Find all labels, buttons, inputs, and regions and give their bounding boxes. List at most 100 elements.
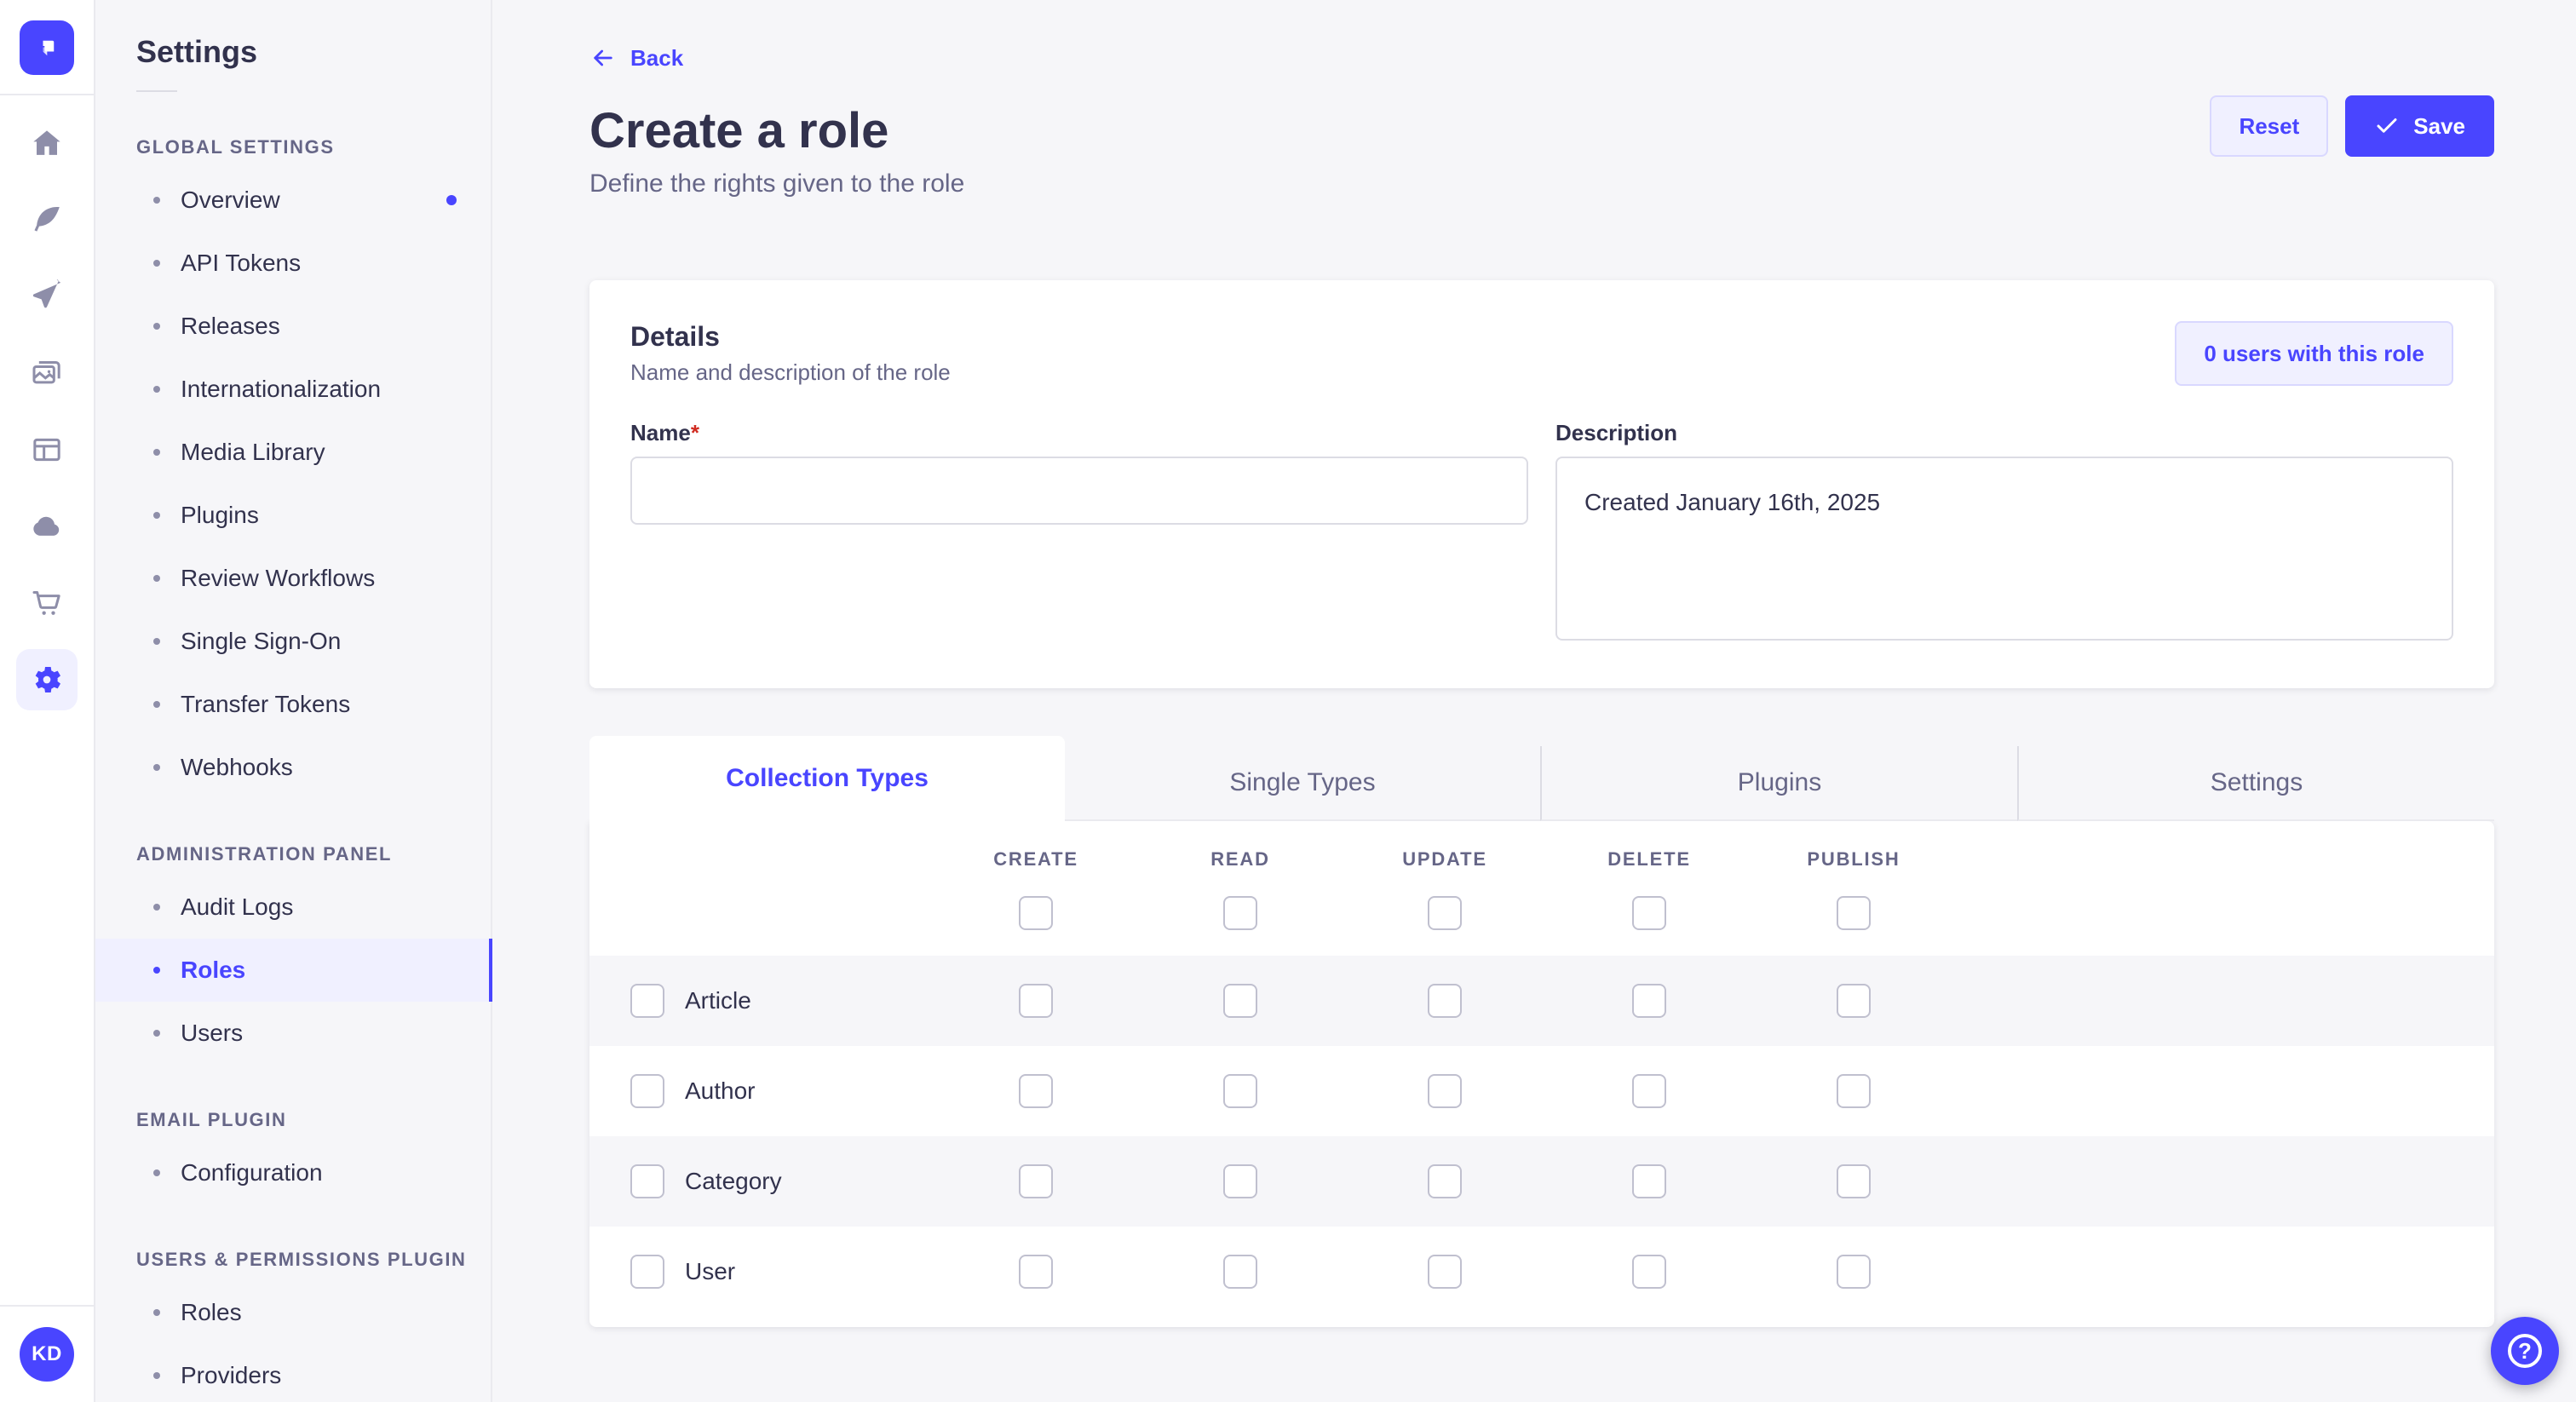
sidebar-item-media-library[interactable]: Media Library bbox=[95, 421, 491, 484]
sidebar-section-administration-panel: ADMINISTRATION PANELAudit LogsRolesUsers bbox=[95, 843, 491, 1065]
permission-cell bbox=[1343, 1255, 1547, 1289]
article-delete-checkbox[interactable] bbox=[1632, 984, 1666, 1018]
permissions-card: Collection TypesSingle TypesPluginsSetti… bbox=[589, 736, 2494, 1327]
user-publish-checkbox[interactable] bbox=[1837, 1255, 1871, 1289]
settings-sidebar: Settings GLOBAL SETTINGS OverviewAPI Toke… bbox=[95, 0, 492, 1402]
details-heading-block: Details Name and description of the role bbox=[630, 321, 951, 386]
description-textarea[interactable]: Created January 16th, 2025 bbox=[1555, 457, 2453, 641]
avatar[interactable]: KD bbox=[20, 1327, 74, 1382]
permission-cell bbox=[1751, 1164, 1956, 1198]
user-read-checkbox[interactable] bbox=[1223, 1255, 1257, 1289]
column-header-create: CREATE bbox=[934, 848, 1138, 871]
article-update-checkbox[interactable] bbox=[1428, 984, 1462, 1018]
reset-button-label: Reset bbox=[2239, 113, 2299, 140]
sidebar-item-audit-logs[interactable]: Audit Logs bbox=[95, 876, 491, 939]
category-delete-checkbox[interactable] bbox=[1632, 1164, 1666, 1198]
select-all-update-checkbox[interactable] bbox=[1428, 896, 1462, 930]
author-update-checkbox[interactable] bbox=[1428, 1074, 1462, 1108]
cart-icon bbox=[30, 586, 64, 620]
rail-paper-plane-button[interactable] bbox=[16, 266, 78, 327]
sidebar-item-api-tokens[interactable]: API Tokens bbox=[95, 232, 491, 295]
sidebar-item-label: Roles bbox=[181, 1299, 242, 1326]
user-update-checkbox[interactable] bbox=[1428, 1255, 1462, 1289]
notification-dot-icon bbox=[446, 195, 457, 205]
sidebar-item-configuration[interactable]: Configuration bbox=[95, 1141, 491, 1204]
help-icon: ? bbox=[2508, 1334, 2542, 1368]
media-icon bbox=[30, 356, 64, 390]
article-create-checkbox[interactable] bbox=[1019, 984, 1053, 1018]
article-publish-checkbox[interactable] bbox=[1837, 984, 1871, 1018]
sidebar-item-releases[interactable]: Releases bbox=[95, 295, 491, 358]
sidebar-item-roles[interactable]: Roles bbox=[95, 939, 491, 1002]
help-button[interactable]: ? bbox=[2491, 1317, 2559, 1385]
rail-layout-button[interactable] bbox=[16, 419, 78, 480]
row-label-cell: Article bbox=[589, 984, 934, 1018]
article-read-checkbox[interactable] bbox=[1223, 984, 1257, 1018]
tab-plugins[interactable]: Plugins bbox=[1540, 746, 2017, 821]
details-title: Details bbox=[630, 321, 951, 353]
app-rail: KD bbox=[0, 0, 95, 1402]
sidebar-section-users-permissions-plugin: USERS & PERMISSIONS PLUGINRolesProviders bbox=[95, 1249, 491, 1402]
sidebar-title: Settings bbox=[136, 34, 491, 70]
sidebar-item-users[interactable]: Users bbox=[95, 1002, 491, 1065]
tab-single-types[interactable]: Single Types bbox=[1065, 746, 1540, 821]
sidebar-item-review-workflows[interactable]: Review Workflows bbox=[95, 547, 491, 610]
save-button[interactable]: Save bbox=[2345, 95, 2494, 157]
sidebar-section-title: EMAIL PLUGIN bbox=[136, 1109, 491, 1131]
users-with-role-button[interactable]: 0 users with this role bbox=[2175, 321, 2453, 386]
category-create-checkbox[interactable] bbox=[1019, 1164, 1053, 1198]
rail-gear-button[interactable] bbox=[16, 649, 78, 710]
rail-cart-button[interactable] bbox=[16, 572, 78, 634]
sidebar-item-single-sign-on[interactable]: Single Sign-On bbox=[95, 610, 491, 673]
bullet-icon bbox=[153, 323, 160, 330]
permission-cell bbox=[934, 1074, 1138, 1108]
select-all-read-checkbox[interactable] bbox=[1223, 896, 1257, 930]
rail-media-button[interactable] bbox=[16, 342, 78, 404]
select-all-publish-checkbox[interactable] bbox=[1837, 896, 1871, 930]
sidebar-item-internationalization[interactable]: Internationalization bbox=[95, 358, 491, 421]
bullet-icon bbox=[153, 1030, 160, 1037]
column-header-publish: PUBLISH bbox=[1751, 848, 1956, 871]
row-label-cell: Category bbox=[589, 1164, 934, 1198]
back-link[interactable]: Back bbox=[589, 44, 683, 72]
rail-feather-button[interactable] bbox=[16, 189, 78, 250]
select-all-create-checkbox[interactable] bbox=[1019, 896, 1053, 930]
sidebar-item-providers[interactable]: Providers bbox=[95, 1344, 491, 1402]
sidebar-item-roles[interactable]: Roles bbox=[95, 1281, 491, 1344]
tab-settings[interactable]: Settings bbox=[2017, 746, 2494, 821]
sidebar-item-label: Webhooks bbox=[181, 754, 293, 781]
sidebar-item-label: Internationalization bbox=[181, 376, 381, 403]
user-create-checkbox[interactable] bbox=[1019, 1255, 1053, 1289]
select-all-delete-checkbox[interactable] bbox=[1632, 896, 1666, 930]
row-article-checkbox[interactable] bbox=[630, 984, 664, 1018]
category-read-checkbox[interactable] bbox=[1223, 1164, 1257, 1198]
author-create-checkbox[interactable] bbox=[1019, 1074, 1053, 1108]
author-delete-checkbox[interactable] bbox=[1632, 1074, 1666, 1108]
strapi-logo[interactable] bbox=[20, 20, 74, 75]
reset-button[interactable]: Reset bbox=[2210, 95, 2328, 157]
tab-collection-types[interactable]: Collection Types bbox=[589, 736, 1065, 821]
permission-cell bbox=[1138, 984, 1343, 1018]
permission-row-author: Author bbox=[589, 1046, 2494, 1136]
sidebar-section-title: GLOBAL SETTINGS bbox=[136, 136, 491, 158]
rail-home-button[interactable] bbox=[16, 112, 78, 174]
author-read-checkbox[interactable] bbox=[1223, 1074, 1257, 1108]
permission-cell bbox=[1547, 1074, 1751, 1108]
rail-cloud-button[interactable] bbox=[16, 496, 78, 557]
author-publish-checkbox[interactable] bbox=[1837, 1074, 1871, 1108]
permission-cell bbox=[1547, 984, 1751, 1018]
name-input[interactable] bbox=[630, 457, 1528, 525]
category-update-checkbox[interactable] bbox=[1428, 1164, 1462, 1198]
row-author-checkbox[interactable] bbox=[630, 1074, 664, 1108]
row-user-checkbox[interactable] bbox=[630, 1255, 664, 1289]
sidebar-item-plugins[interactable]: Plugins bbox=[95, 484, 491, 547]
paper-plane-icon bbox=[30, 279, 64, 313]
row-category-checkbox[interactable] bbox=[630, 1164, 664, 1198]
sidebar-item-webhooks[interactable]: Webhooks bbox=[95, 736, 491, 799]
sidebar-item-overview[interactable]: Overview bbox=[95, 169, 491, 232]
category-publish-checkbox[interactable] bbox=[1837, 1164, 1871, 1198]
select-all-cell bbox=[1343, 896, 1547, 930]
user-delete-checkbox[interactable] bbox=[1632, 1255, 1666, 1289]
bullet-icon bbox=[153, 967, 160, 974]
sidebar-item-transfer-tokens[interactable]: Transfer Tokens bbox=[95, 673, 491, 736]
